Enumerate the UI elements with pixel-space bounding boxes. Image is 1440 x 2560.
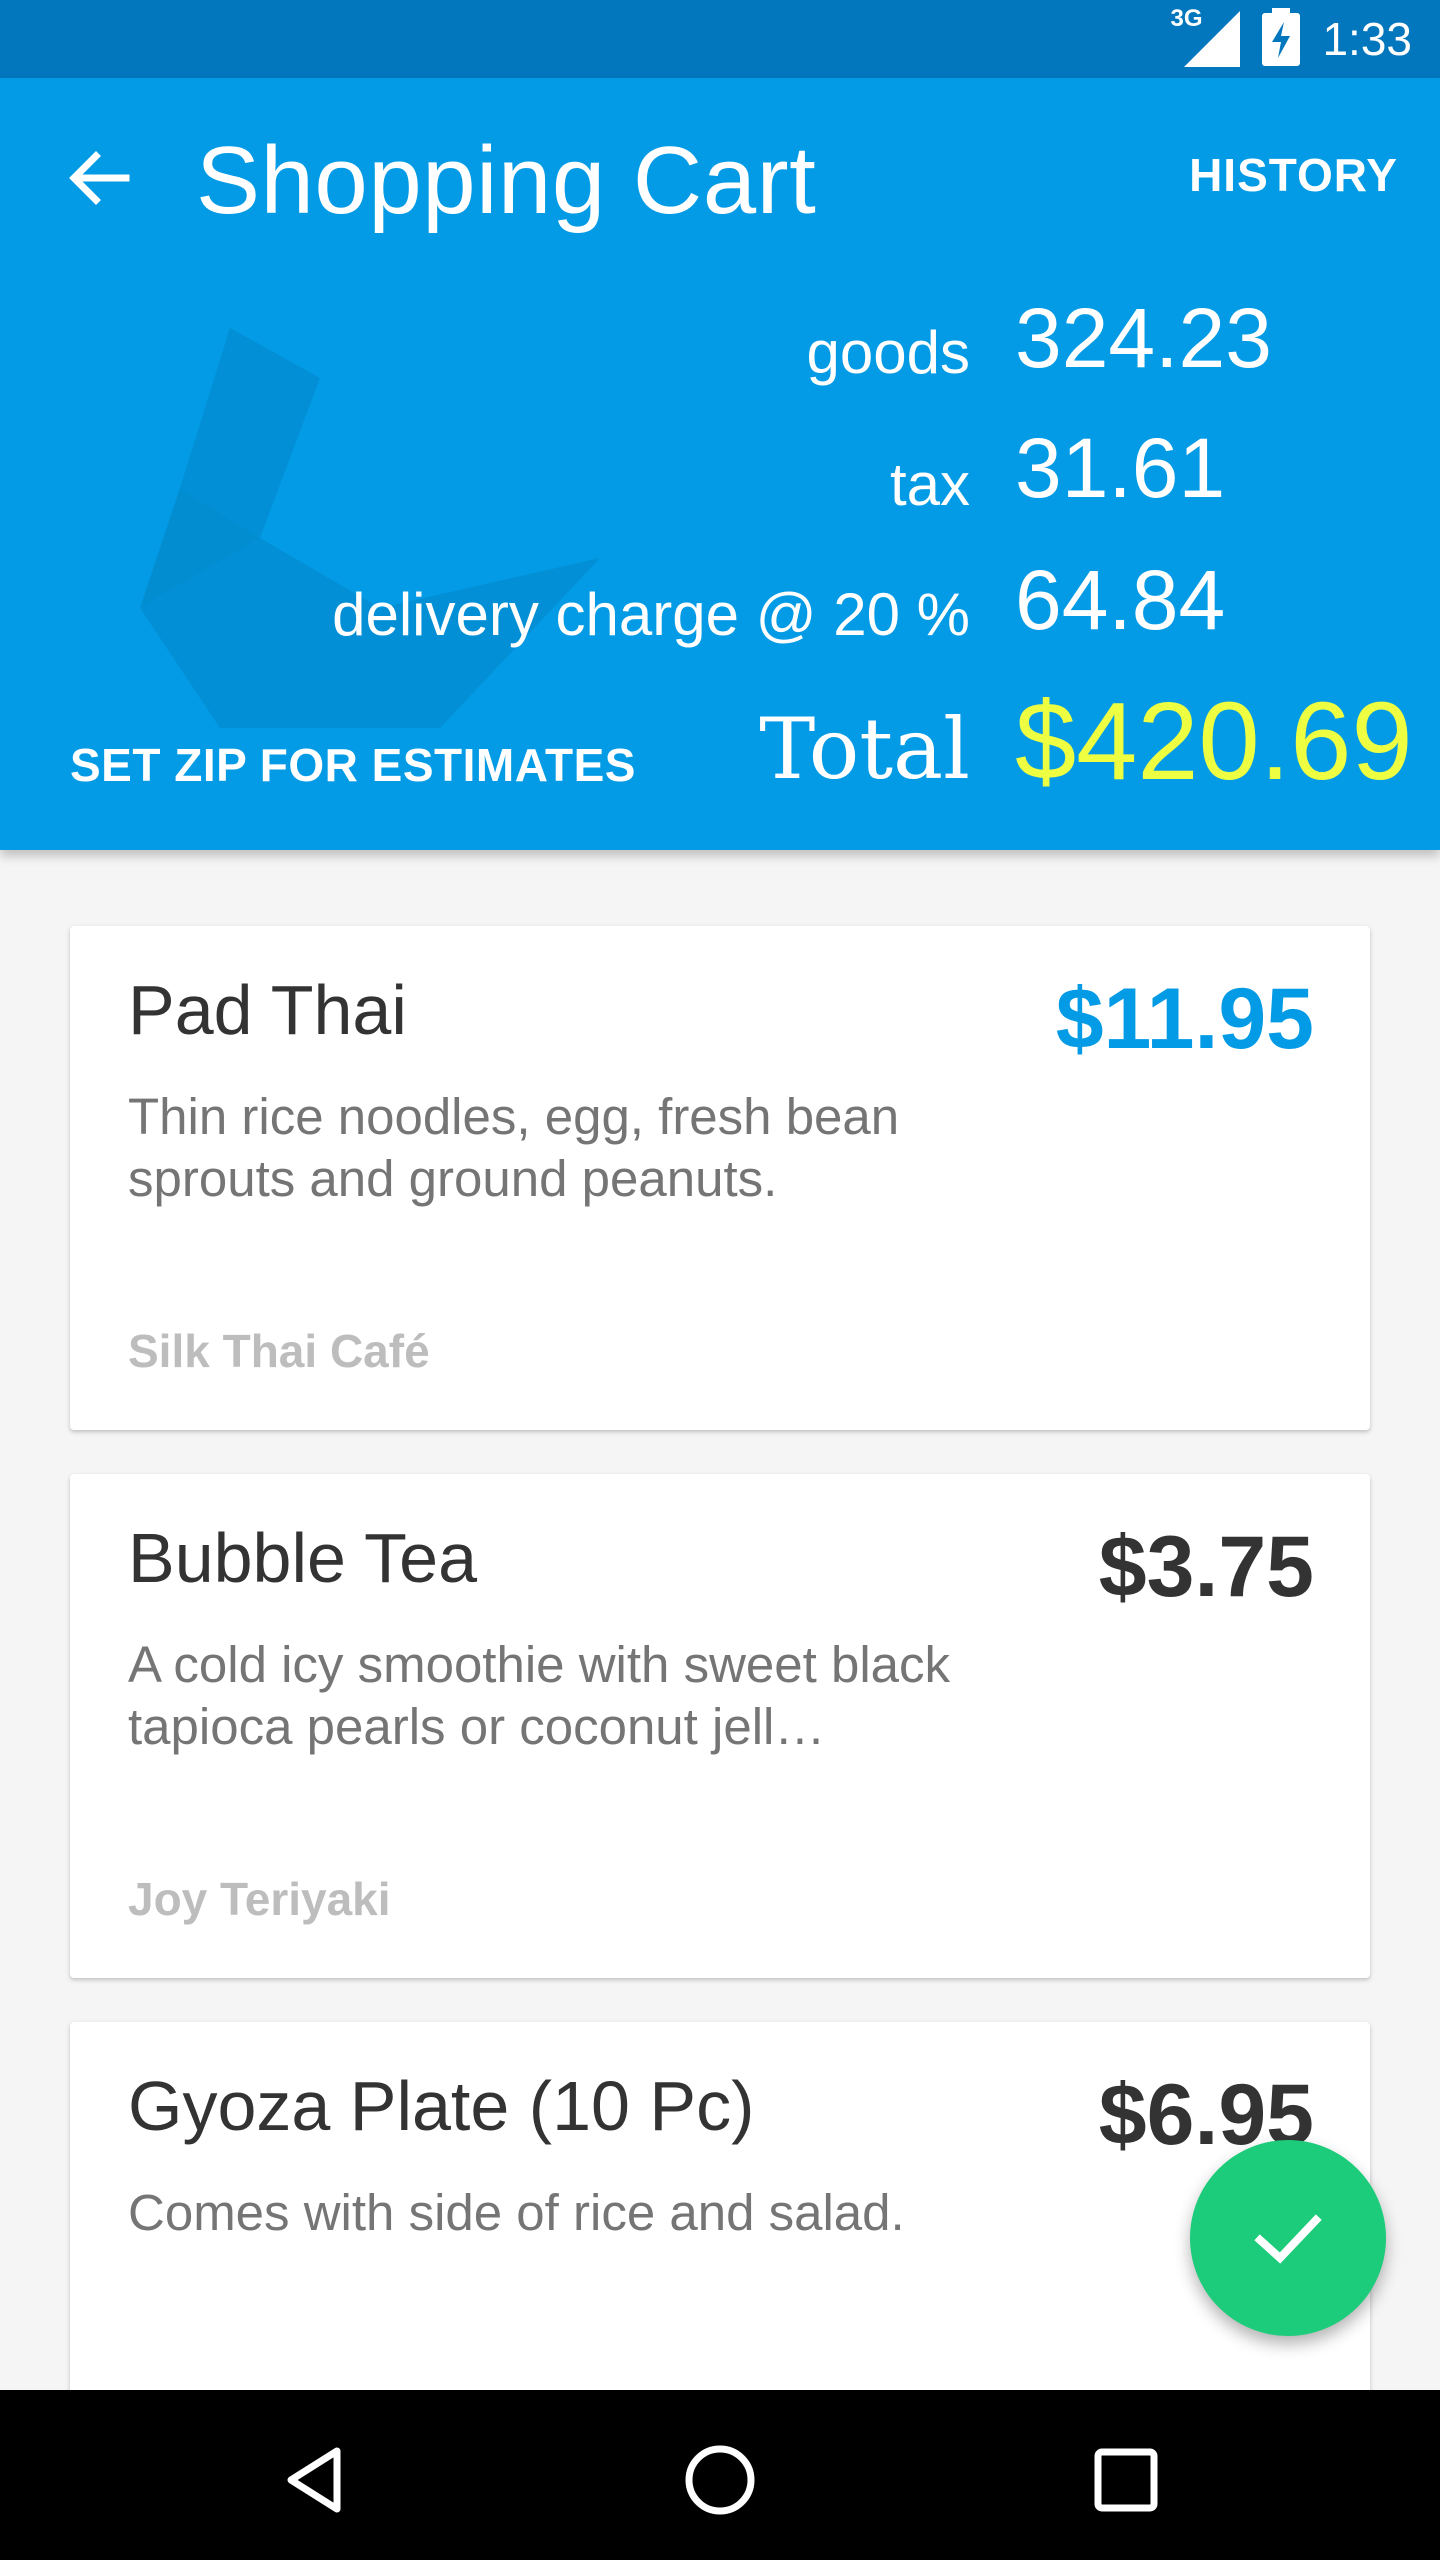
back-button[interactable] [58, 138, 138, 218]
back-triangle-icon [287, 2447, 341, 2513]
item-description: Thin rice noodles, egg, fresh bean sprou… [128, 1088, 900, 1207]
cart-item-card[interactable]: Pad Thai $11.95 Thin rice noodles, egg, … [70, 926, 1370, 1430]
tax-value: 31.61 [1015, 421, 1226, 515]
item-name: Gyoza Plate (10 Pc) [128, 2067, 755, 2145]
item-vendor: Joy Teriyaki [128, 1873, 391, 1925]
total-value: $420.69 [1015, 680, 1413, 803]
signal-icon: 3G [1170, 5, 1241, 67]
check-icon [1254, 2214, 1322, 2264]
goods-value: 324.23 [1015, 291, 1272, 385]
checkout-fab[interactable] [1190, 2140, 1386, 2336]
nav-recents-button[interactable] [1076, 2430, 1176, 2530]
delivery-charge-value: 64.84 [1015, 553, 1226, 647]
clock: 1:33 [1322, 13, 1412, 65]
recents-square-icon [1094, 2448, 1158, 2512]
item-price: $3.75 [1098, 1519, 1314, 1615]
item-name: Bubble Tea [128, 1519, 478, 1597]
arrow-left-icon [69, 151, 130, 205]
home-circle-icon [685, 2445, 755, 2515]
cart-item-card[interactable]: Bubble Tea $3.75 A cold icy smoothie wit… [70, 1474, 1370, 1978]
network-type-label: 3G [1170, 5, 1203, 32]
cart-header: Shopping Cart HISTORY goods 324.23 tax 3… [0, 78, 1440, 850]
status-bar: 3G 1:33 [0, 0, 1440, 78]
item-description: A cold icy smoothie with sweet black tap… [128, 1636, 951, 1755]
item-description: Comes with side of rice and salad. [128, 2184, 905, 2241]
cart-item-card[interactable]: Gyoza Plate (10 Pc) $6.95 Comes with sid… [70, 2022, 1370, 2422]
page-title: Shopping Cart [196, 127, 817, 234]
tax-label: tax [889, 451, 970, 518]
status-icons: 3G 1:33 [1170, 0, 1412, 78]
nav-home-button[interactable] [670, 2430, 770, 2530]
history-button[interactable]: HISTORY [1189, 148, 1398, 202]
total-label: Total [759, 700, 970, 798]
battery-icon [1262, 7, 1301, 71]
nav-back-button[interactable] [266, 2430, 366, 2530]
item-vendor: Silk Thai Café [128, 1325, 430, 1377]
item-price: $11.95 [1055, 971, 1314, 1067]
item-name: Pad Thai [128, 971, 407, 1049]
system-nav-bar [0, 2390, 1440, 2560]
delivery-charge-label: delivery charge @ 20 % [332, 581, 970, 648]
set-zip-button[interactable]: SET ZIP FOR ESTIMATES [70, 738, 636, 792]
goods-label: goods [806, 319, 970, 386]
